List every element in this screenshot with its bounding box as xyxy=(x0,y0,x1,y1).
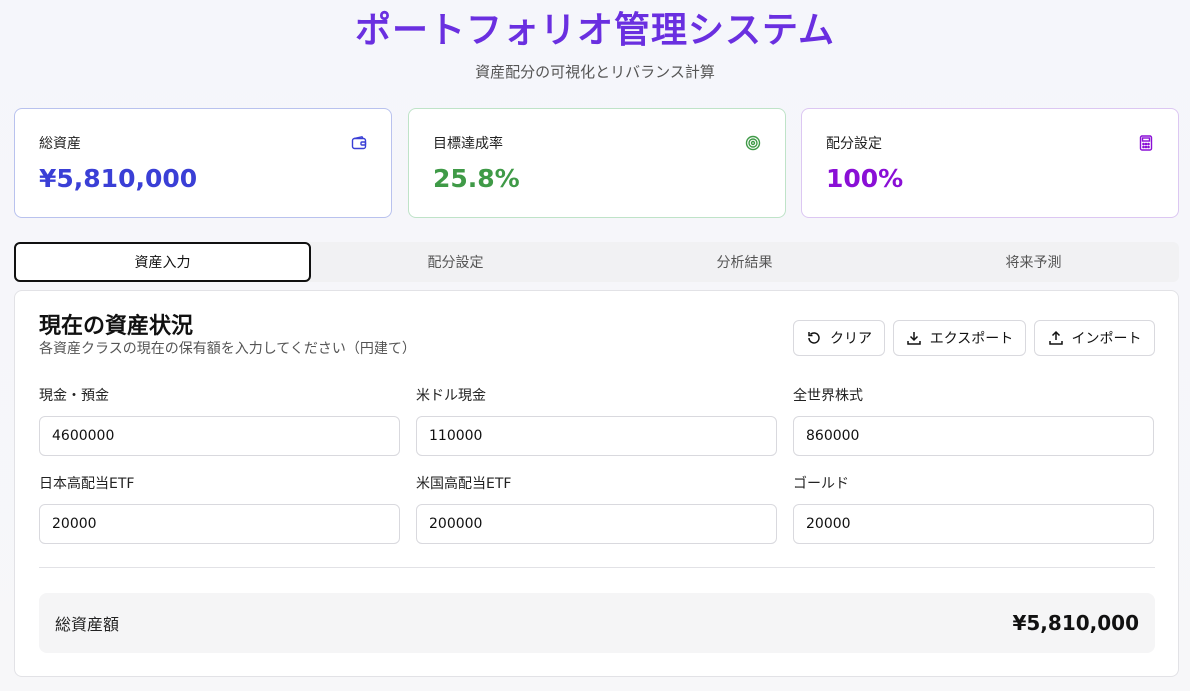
total-assets-summary: 総資産額 ¥5,810,000 xyxy=(39,593,1155,653)
tab-analysis[interactable]: 分析結果 xyxy=(596,242,893,282)
import-button-label: インポート xyxy=(1071,331,1142,347)
stat-value: 100% xyxy=(826,164,904,193)
wallet-icon xyxy=(351,136,367,150)
export-button-label: エクスポート xyxy=(929,331,1014,347)
divider xyxy=(39,567,1155,568)
cash-deposit-input[interactable] xyxy=(39,416,400,456)
total-assets-card: 総資産 ¥5,810,000 xyxy=(14,108,392,218)
global-equity-input[interactable] xyxy=(793,416,1154,456)
calculator-icon xyxy=(1139,135,1153,151)
cash-deposit-label: 現金・預金 xyxy=(39,388,109,404)
us-dividend-etf-input[interactable] xyxy=(416,504,777,544)
total-assets-label: 総資産額 xyxy=(55,615,120,634)
export-button[interactable]: エクスポート xyxy=(893,320,1026,356)
stats-row: 総資産 ¥5,810,000 目標達成率 25.8% 配分設定 100% xyxy=(14,108,1179,218)
download-icon xyxy=(906,332,921,345)
refresh-icon xyxy=(808,332,820,344)
usd-cash-label: 米ドル現金 xyxy=(416,388,486,404)
tab-asset-input[interactable]: 資産入力 xyxy=(14,242,311,282)
gold-input[interactable] xyxy=(793,504,1154,544)
section-title: 現在の資産状況 xyxy=(39,314,194,339)
page-header: ポートフォリオ管理システム 資産配分の可視化とリバランス計算 xyxy=(0,8,1190,82)
stat-value: ¥5,810,000 xyxy=(39,164,198,193)
clear-button-label: クリア xyxy=(830,331,872,347)
target-icon xyxy=(745,135,761,151)
app-title: ポートフォリオ管理システム xyxy=(355,10,835,51)
upload-icon xyxy=(1048,330,1063,345)
target-rate-card: 目標達成率 25.8% xyxy=(408,108,786,218)
stat-label: 目標達成率 xyxy=(433,136,503,152)
gold-label: ゴールド xyxy=(793,476,849,492)
stat-value: 25.8% xyxy=(433,164,520,193)
tab-bar: 資産入力 配分設定 分析結果 将来予測 xyxy=(14,242,1179,282)
stat-label: 総資産 xyxy=(39,136,81,152)
app-subtitle: 資産配分の可視化とリバランス計算 xyxy=(475,63,715,81)
asset-input-panel: 現在の資産状況 各資産クラスの現在の保有額を入力してください（円建て） クリア … xyxy=(14,290,1179,677)
section-description: 各資産クラスの現在の保有額を入力してください（円建て） xyxy=(39,341,416,357)
usd-cash-input[interactable] xyxy=(416,416,777,456)
total-assets-value: ¥5,810,000 xyxy=(1012,611,1139,635)
japan-dividend-etf-input[interactable] xyxy=(39,504,400,544)
clear-button[interactable]: クリア xyxy=(793,320,885,356)
stat-label: 配分設定 xyxy=(826,136,882,152)
tab-forecast[interactable]: 将来予測 xyxy=(885,242,1182,282)
japan-dividend-etf-label: 日本高配当ETF xyxy=(39,476,135,492)
us-dividend-etf-label: 米国高配当ETF xyxy=(416,476,512,492)
import-button[interactable]: インポート xyxy=(1034,320,1155,356)
global-equity-label: 全世界株式 xyxy=(793,388,863,404)
tab-allocation[interactable]: 配分設定 xyxy=(307,242,604,282)
allocation-card: 配分設定 100% xyxy=(801,108,1179,218)
